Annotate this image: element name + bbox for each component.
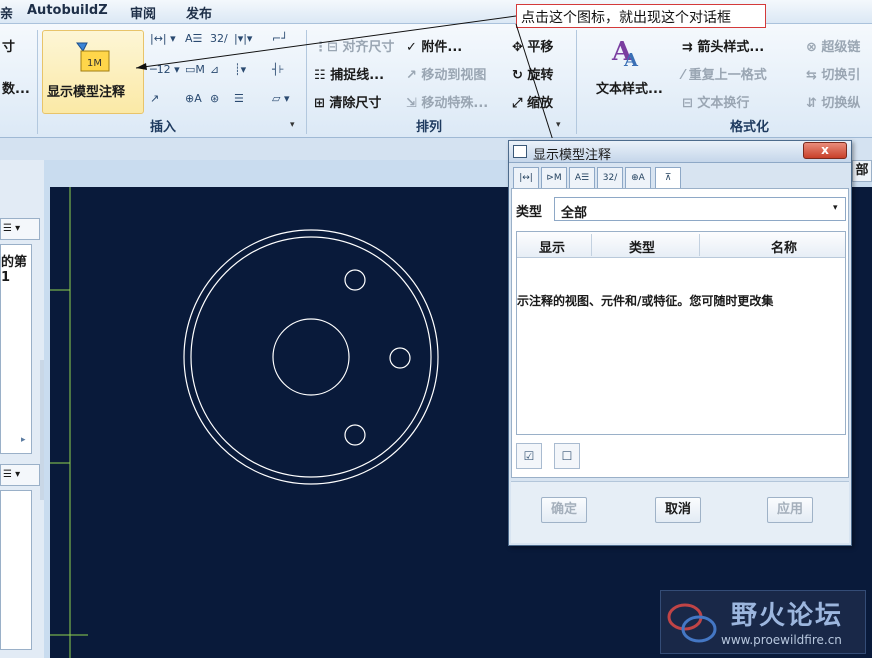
tab-datums[interactable]: ⊼	[655, 167, 681, 189]
tab-notes[interactable]: A☰	[569, 167, 595, 189]
tree-settings-icon[interactable]: ☰ ▾	[0, 218, 40, 240]
watermark-title: 野火论坛	[731, 601, 844, 631]
column-header-type[interactable]: 类型	[629, 237, 655, 256]
outer-inner-circle	[190, 236, 432, 478]
tree-item[interactable]: 的第 1	[1, 251, 31, 285]
annotation-table: 显示 类型 名称 示注释的视图、元件和/或特征。您可随时更改集	[516, 231, 846, 435]
column-header-name[interactable]: 名称	[771, 237, 797, 256]
outer-circle	[183, 229, 439, 485]
show-model-annotations-dialog: 显示模型注释 x |↔| ⊳M A☰ 32/ ⊕A ⊼ 类型 全部 ▾ 显示 类…	[508, 140, 852, 546]
chevron-down-icon: ▾	[833, 203, 838, 213]
close-button[interactable]: x	[803, 142, 847, 159]
type-select[interactable]: 全部 ▾	[554, 197, 846, 221]
center-hole	[272, 318, 350, 396]
tab-dimensions[interactable]: |↔|	[513, 167, 539, 189]
dialog-footer: 确定 取消 应用	[511, 481, 849, 543]
bolt-hole	[344, 269, 366, 291]
dialog-panel: 类型 全部 ▾ 显示 类型 名称 示注释的视图、元件和/或特征。您可随时更改集 …	[511, 188, 849, 478]
tab-gtol[interactable]: ⊳M	[541, 167, 567, 189]
column-header-show[interactable]: 显示	[539, 237, 565, 256]
bolt-hole	[344, 424, 366, 446]
callout-arrow-to-dialog	[515, 23, 557, 151]
tab-surface-finish[interactable]: 32/	[597, 167, 623, 189]
tab-symbols[interactable]: ⊕A	[625, 167, 651, 189]
forum-watermark: 野火论坛 www.proewildfire.cn	[660, 590, 866, 654]
model-tree-panel: ☰ ▾ 的第 1 ▸ ☰ ▾	[0, 160, 44, 658]
dialog-titlebar[interactable]: 显示模型注释 x	[509, 141, 851, 163]
forum-logo-icon	[667, 603, 717, 643]
bolt-hole	[389, 347, 411, 369]
right-panel-partial[interactable]: 部	[852, 160, 872, 182]
column-separator	[699, 234, 700, 256]
cancel-button[interactable]: 取消	[655, 497, 701, 523]
panel-splitter[interactable]	[40, 360, 44, 500]
dialog-title: 显示模型注释	[533, 148, 612, 163]
layer-settings-icon[interactable]: ☰ ▾	[0, 464, 40, 486]
table-hint-message: 示注释的视图、元件和/或特征。您可随时更改集	[517, 294, 774, 308]
dialog-app-icon	[513, 145, 527, 158]
ok-button[interactable]: 确定	[541, 497, 587, 523]
apply-button[interactable]: 应用	[767, 497, 813, 523]
callout-arrow-to-button	[135, 15, 517, 69]
callout-arrowhead-button	[136, 63, 147, 70]
scroll-right-icon[interactable]: ▸	[21, 435, 26, 445]
model-tree: 的第 1 ▸	[0, 244, 32, 454]
layer-tree	[0, 490, 32, 650]
watermark-url: www.proewildfire.cn	[721, 633, 842, 647]
select-all-icon[interactable]: ☑	[516, 443, 542, 469]
type-label: 类型	[516, 205, 543, 220]
type-select-value: 全部	[561, 206, 588, 221]
table-header: 显示 类型 名称	[517, 232, 845, 258]
column-separator	[591, 234, 592, 256]
deselect-all-icon[interactable]: ☐	[554, 443, 580, 469]
